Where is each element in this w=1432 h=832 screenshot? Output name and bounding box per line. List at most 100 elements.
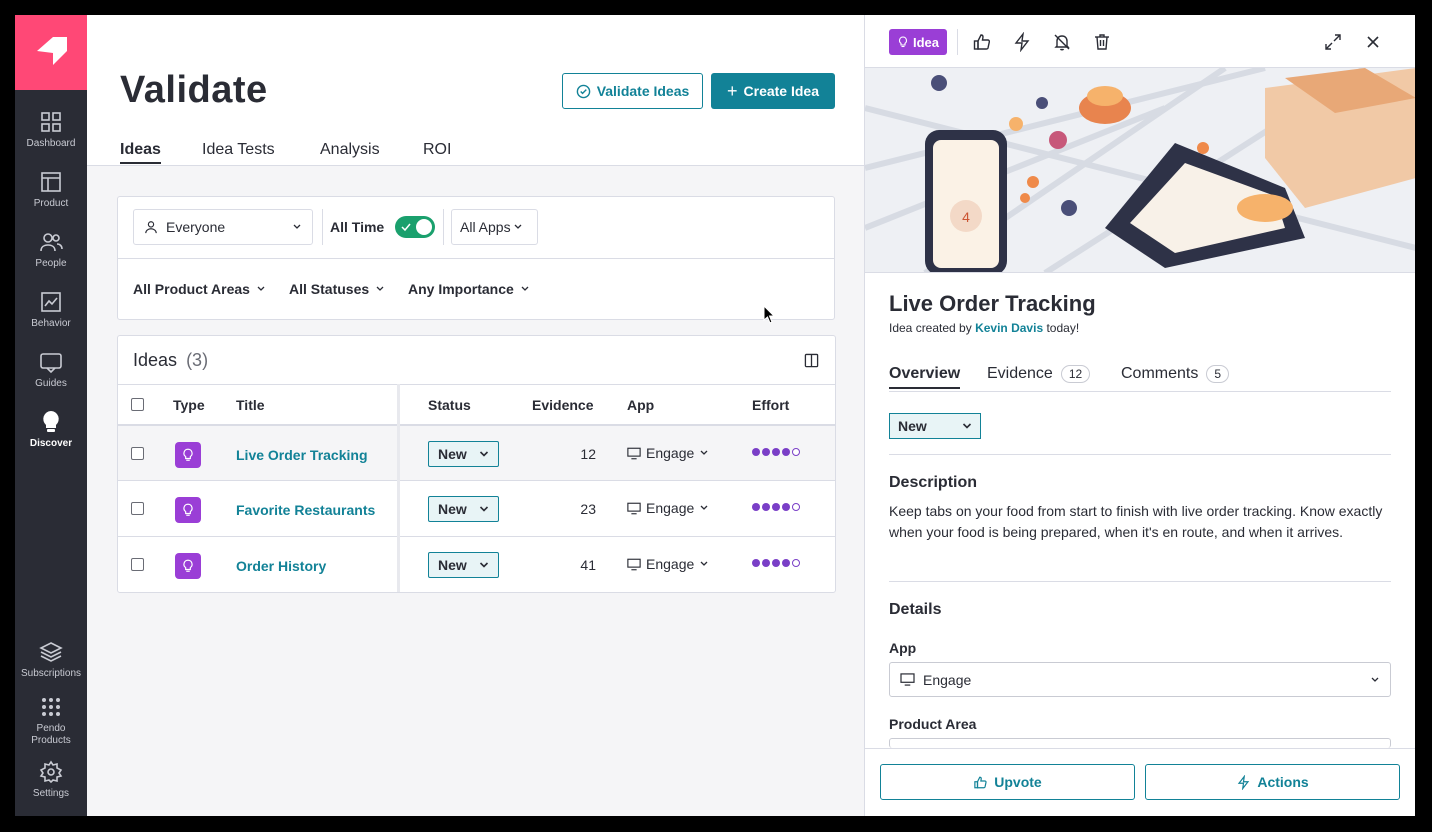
app-select[interactable]: Engage	[627, 556, 709, 572]
product-areas-value: All Product Areas	[133, 281, 250, 297]
check-circle-icon	[576, 84, 590, 98]
app-select[interactable]: Engage	[627, 500, 709, 516]
lightbulb-icon	[43, 411, 59, 432]
expand-icon[interactable]	[1323, 32, 1343, 52]
tab-idea-tests[interactable]: Idea Tests	[202, 141, 275, 159]
panel-footer: Upvote Actions	[865, 748, 1415, 816]
idea-type-icon	[175, 497, 201, 523]
monitor-icon	[627, 502, 641, 514]
row-checkbox[interactable]	[131, 558, 144, 571]
create-idea-button[interactable]: + Create Idea	[711, 73, 835, 109]
divider	[889, 581, 1391, 582]
table-title-text: Ideas	[133, 350, 178, 370]
column-header-effort[interactable]: Effort	[752, 397, 789, 413]
close-icon[interactable]	[1363, 32, 1383, 52]
thumbs-up-icon[interactable]	[972, 32, 992, 52]
idea-title-link[interactable]: Favorite Restaurants	[236, 502, 375, 518]
table-row[interactable]: Order History New 41 Engage	[118, 536, 835, 592]
evidence-count: 41	[580, 557, 596, 573]
sidebar-item-label: Behavior	[31, 318, 71, 329]
column-header-status[interactable]: Status	[428, 397, 471, 413]
row-checkbox[interactable]	[131, 502, 144, 515]
details-heading: Details	[889, 601, 942, 618]
effort-dot-filled	[782, 448, 790, 456]
sidebar-item-dashboard[interactable]: Dashboard	[15, 110, 87, 168]
lightning-icon[interactable]	[1012, 32, 1032, 52]
table-row[interactable]: Favorite Restaurants New 23 Engage	[118, 480, 835, 536]
importance-filter[interactable]: Any Importance	[408, 281, 530, 297]
sidebar-item-label: Pendo Products	[31, 723, 71, 746]
column-header-app[interactable]: App	[627, 397, 654, 413]
select-all-checkbox[interactable]	[131, 398, 144, 411]
tab-comments[interactable]: Comments 5	[1121, 365, 1230, 383]
ideas-table: Ideas (3) Type Title Status Evidence App…	[117, 335, 836, 593]
sidebar-item-product[interactable]: Product	[15, 170, 87, 228]
tab-roi[interactable]: ROI	[423, 141, 451, 159]
app-select[interactable]: Engage	[627, 445, 709, 461]
actions-button[interactable]: Actions	[1145, 764, 1400, 800]
divider	[443, 209, 444, 245]
status-select[interactable]: New	[428, 441, 499, 467]
product-area-field[interactable]	[889, 738, 1391, 748]
sidebar-item-settings[interactable]: Settings	[15, 760, 87, 816]
divider	[322, 209, 323, 245]
all-time-toggle[interactable]	[395, 216, 435, 238]
effort-dot-filled	[752, 559, 760, 567]
sidebar-item-label: Dashboard	[26, 138, 76, 149]
effort-dot-filled	[782, 559, 790, 567]
thumbs-up-icon	[974, 776, 987, 788]
product-areas-filter[interactable]: All Product Areas	[133, 281, 266, 297]
effort-dot-filled	[772, 448, 780, 456]
status-select[interactable]: New	[428, 552, 499, 578]
idea-hero-image: 4	[865, 68, 1415, 273]
idea-badge-label: Idea	[913, 34, 940, 50]
sidebar-item-people[interactable]: People	[15, 230, 87, 288]
sidebar-item-pendo-products[interactable]: Pendo Products	[15, 695, 87, 753]
sidebar-item-guides[interactable]: Guides	[15, 350, 87, 408]
column-divider[interactable]	[397, 384, 400, 592]
status-select[interactable]: New	[428, 496, 499, 522]
pendo-logo[interactable]	[15, 15, 87, 90]
behavior-icon	[41, 292, 61, 312]
app-window: Dashboard Product People Behavior Guides…	[15, 15, 1415, 816]
sidebar-item-discover[interactable]: Discover	[15, 410, 87, 468]
statuses-value: All Statuses	[289, 281, 370, 297]
column-header-evidence[interactable]: Evidence	[532, 397, 593, 413]
upvote-label: Upvote	[994, 774, 1042, 790]
column-header-type[interactable]: Type	[173, 397, 205, 413]
idea-title-link[interactable]: Live Order Tracking	[236, 447, 368, 463]
effort-dot-filled	[752, 448, 760, 456]
segment-value: Everyone	[166, 219, 226, 235]
sidebar-item-subscriptions[interactable]: Subscriptions	[15, 640, 87, 698]
tab-evidence[interactable]: Evidence 12	[987, 365, 1091, 383]
tab-overview[interactable]: Overview	[889, 365, 961, 389]
upvote-button[interactable]: Upvote	[880, 764, 1135, 800]
columns-icon[interactable]	[804, 353, 819, 368]
toggle-knob	[416, 219, 432, 235]
table-row[interactable]: Live Order Tracking New 12 Engage	[118, 424, 835, 480]
idea-title-link[interactable]: Order History	[236, 558, 326, 574]
mouse-cursor-icon	[763, 305, 776, 324]
panel-status-select[interactable]: New	[889, 413, 981, 439]
row-checkbox[interactable]	[131, 447, 144, 460]
statuses-filter[interactable]: All Statuses	[289, 281, 385, 297]
validate-ideas-button[interactable]: Validate Ideas	[562, 73, 703, 109]
apps-select[interactable]: All Apps	[451, 209, 538, 245]
main-content: Validate Validate Ideas + Create Idea Id…	[87, 15, 864, 816]
tab-analysis[interactable]: Analysis	[320, 141, 380, 159]
app-value: Engage	[646, 445, 695, 461]
idea-badge: Idea	[889, 29, 948, 55]
author-link[interactable]: Kevin Davis	[975, 321, 1043, 335]
check-icon	[401, 223, 411, 232]
tab-ideas[interactable]: Ideas	[120, 141, 161, 164]
sidebar-item-label: Guides	[35, 378, 67, 389]
column-header-title[interactable]: Title	[236, 397, 265, 413]
bell-off-icon[interactable]	[1052, 32, 1072, 52]
description-text[interactable]: Keep tabs on your food from start to fin…	[889, 501, 1389, 543]
app-field-select[interactable]: Engage	[889, 662, 1391, 697]
filter-panel: Everyone All Time All Apps All Product A…	[117, 196, 835, 320]
effort-rating	[752, 503, 800, 511]
segment-select[interactable]: Everyone	[133, 209, 313, 245]
sidebar-item-behavior[interactable]: Behavior	[15, 290, 87, 348]
trash-icon[interactable]	[1092, 32, 1112, 52]
